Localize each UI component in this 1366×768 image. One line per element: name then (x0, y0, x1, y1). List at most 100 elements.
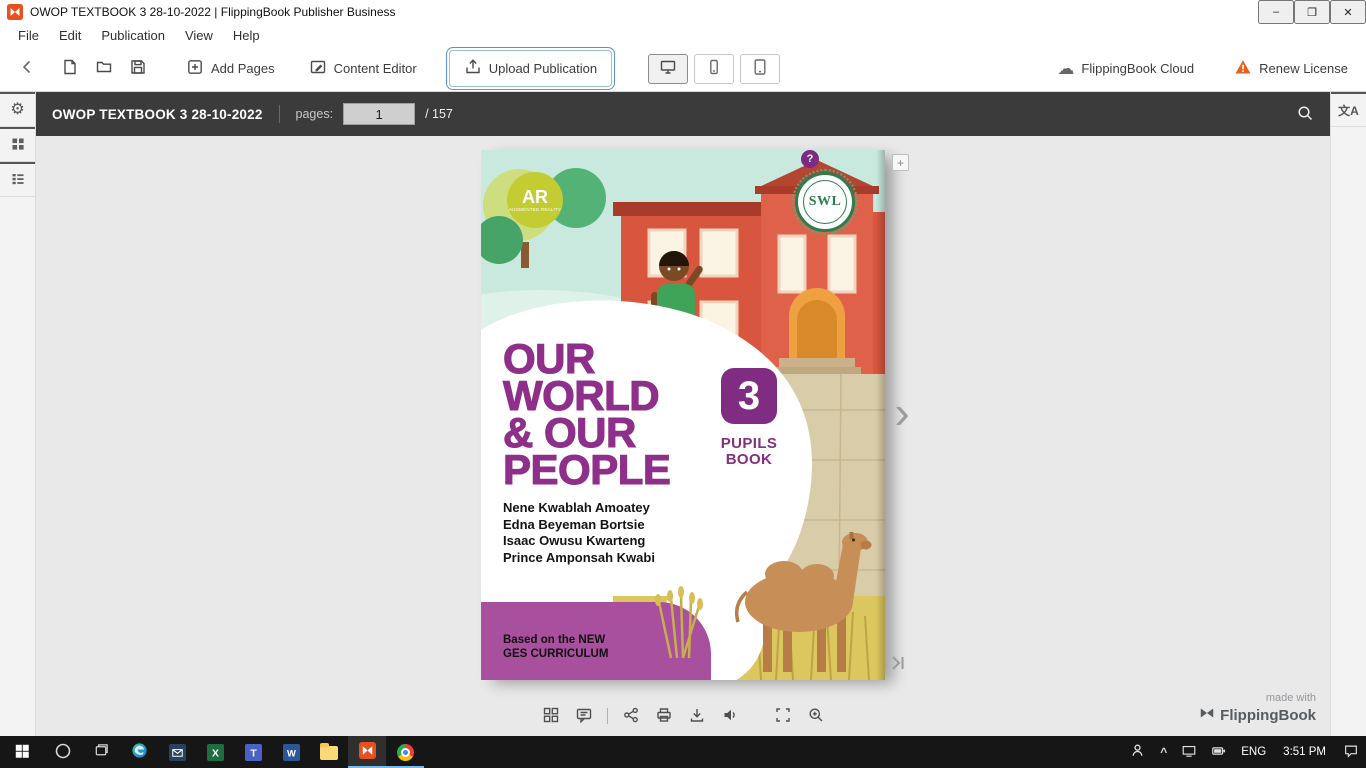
toolbar: Add Pages Content Editor Upload Publicat… (0, 46, 1366, 92)
grade-number-badge: 3 (721, 368, 777, 424)
swl-badge-label: SWL (803, 180, 847, 224)
thumbnails-button[interactable] (541, 706, 561, 726)
menu-file[interactable]: File (8, 26, 49, 45)
device-desktop-toggle[interactable] (648, 53, 689, 84)
battery-icon (1211, 743, 1227, 762)
made-with-label: made with (1265, 692, 1316, 704)
translate-icon: 文A (1338, 103, 1359, 118)
maximize-button[interactable]: ❐ (1294, 0, 1330, 24)
workspace: ⚙ OWOP TEXTBOOK 3 28-10-2022 pages: / 15… (0, 92, 1366, 736)
menu-view[interactable]: View (175, 26, 223, 45)
flippingbook-cloud-button[interactable]: ☁ FlippingBook Cloud (1051, 55, 1200, 82)
flippingbook-cloud-label: FlippingBook Cloud (1081, 61, 1195, 76)
add-bookmark-button[interactable]: + (892, 154, 909, 171)
cortana-button[interactable] (44, 736, 82, 768)
mail-taskbar-button[interactable] (158, 736, 196, 768)
last-page-button[interactable] (886, 652, 910, 676)
translate-rail-button[interactable]: 文A (1331, 92, 1366, 127)
author-name: Edna Beyeman Bortsie (503, 516, 645, 532)
window-title: OWOP TEXTBOOK 3 28-10-2022 | FlippingBoo… (30, 5, 396, 19)
teams-taskbar-button[interactable]: T (234, 736, 272, 768)
author-name: Prince Amponsah Kwabi (503, 549, 655, 565)
teams-icon: T (244, 743, 262, 761)
book-type-line: BOOK (725, 451, 773, 468)
settings-rail-button[interactable]: ⚙ (0, 92, 35, 127)
language-indicator[interactable]: ENG (1234, 736, 1273, 768)
toolbar-right: ☁ FlippingBook Cloud Renew License (1051, 53, 1354, 84)
folder-open-icon (95, 58, 113, 79)
start-button[interactable] (0, 736, 44, 768)
network-button[interactable] (1174, 736, 1204, 768)
viewer-area: ? AR AUGMENTED REALITY SWL OUR WORLD & O… (36, 136, 1330, 736)
table-of-contents-rail-button[interactable] (0, 162, 35, 197)
share-icon (622, 706, 640, 727)
action-center-button[interactable] (1336, 736, 1366, 768)
publication-title: OWOP TEXTBOOK 3 28-10-2022 (52, 106, 263, 122)
header-divider (278, 105, 280, 123)
tablet-icon (751, 58, 769, 79)
made-with-flippingbook[interactable]: made with FlippingBook (1199, 692, 1316, 726)
back-button[interactable] (12, 53, 42, 84)
author-name: Nene Kwablah Amoatey (503, 500, 650, 515)
menu-edit[interactable]: Edit (49, 26, 91, 45)
cover-help-badge: ? (801, 150, 819, 168)
file-explorer-button[interactable] (310, 736, 348, 768)
menu-help[interactable]: Help (223, 26, 270, 45)
minimize-button[interactable]: – (1258, 0, 1294, 24)
renew-license-button[interactable]: Renew License (1228, 53, 1354, 84)
device-tablet-toggle[interactable] (740, 53, 781, 84)
window-controls: – ❐ ✕ (1258, 0, 1366, 24)
share-button[interactable] (621, 706, 641, 726)
upload-publication-button[interactable]: Upload Publication (448, 50, 613, 87)
author-list: Nene Kwablah Amoatey Edna Beyeman Bortsi… (503, 500, 655, 566)
network-icon (1181, 743, 1197, 762)
titlebar: OWOP TEXTBOOK 3 28-10-2022 | FlippingBoo… (0, 0, 1366, 24)
printer-icon (655, 706, 673, 727)
taskbar: X T W ^ ENG 3:51 PM (0, 736, 1366, 768)
print-button[interactable] (654, 706, 674, 726)
download-button[interactable] (687, 706, 707, 726)
right-rail: 文A (1330, 92, 1366, 736)
new-publication-button[interactable] (56, 53, 84, 84)
thumbnails-rail-button[interactable] (0, 127, 35, 162)
edge-icon (131, 742, 148, 762)
people-button[interactable] (1122, 736, 1153, 768)
flippingbook-taskbar-button[interactable] (348, 736, 386, 768)
document-icon (61, 58, 79, 79)
download-icon (688, 706, 706, 727)
add-pages-icon (186, 58, 204, 79)
battery-button[interactable] (1204, 736, 1234, 768)
device-phone-toggle[interactable] (694, 53, 735, 84)
sound-button[interactable] (720, 706, 740, 726)
book-cover-page[interactable]: ? AR AUGMENTED REALITY SWL OUR WORLD & O… (481, 150, 885, 680)
edge-taskbar-button[interactable] (120, 736, 158, 768)
close-button[interactable]: ✕ (1330, 0, 1366, 24)
system-tray: ^ ENG 3:51 PM (1122, 736, 1366, 768)
word-taskbar-button[interactable]: W (272, 736, 310, 768)
zoom-in-button[interactable] (806, 706, 826, 726)
menu-publication[interactable]: Publication (91, 26, 175, 45)
upload-publication-label: Upload Publication (488, 61, 598, 76)
current-page-input[interactable] (343, 103, 416, 125)
excel-taskbar-button[interactable]: X (196, 736, 234, 768)
center-panel: OWOP TEXTBOOK 3 28-10-2022 pages: / 157 (36, 92, 1330, 736)
search-button[interactable] (1296, 104, 1314, 125)
hidden-icons-button[interactable]: ^ (1153, 736, 1174, 768)
author-name: Isaac Owusu Kwarteng (503, 533, 646, 548)
gear-icon: ⚙ (10, 101, 25, 118)
task-view-button[interactable] (82, 736, 120, 768)
notes-button[interactable] (574, 706, 594, 726)
curriculum-note-line: GES CURRICULUM (503, 648, 609, 660)
clock[interactable]: 3:51 PM (1273, 736, 1336, 768)
add-pages-button[interactable]: Add Pages (180, 53, 281, 84)
content-editor-button[interactable]: Content Editor (303, 53, 423, 84)
save-icon (129, 58, 147, 79)
fullscreen-button[interactable] (773, 706, 793, 726)
chrome-taskbar-button[interactable] (386, 736, 424, 768)
save-button[interactable] (124, 53, 152, 84)
next-page-button[interactable]: › (886, 386, 918, 438)
windows-icon (14, 743, 30, 762)
ar-logo-title: AR (522, 186, 548, 207)
open-publication-button[interactable] (90, 53, 118, 84)
book-type-label: PUPILS BOOK (707, 436, 791, 468)
